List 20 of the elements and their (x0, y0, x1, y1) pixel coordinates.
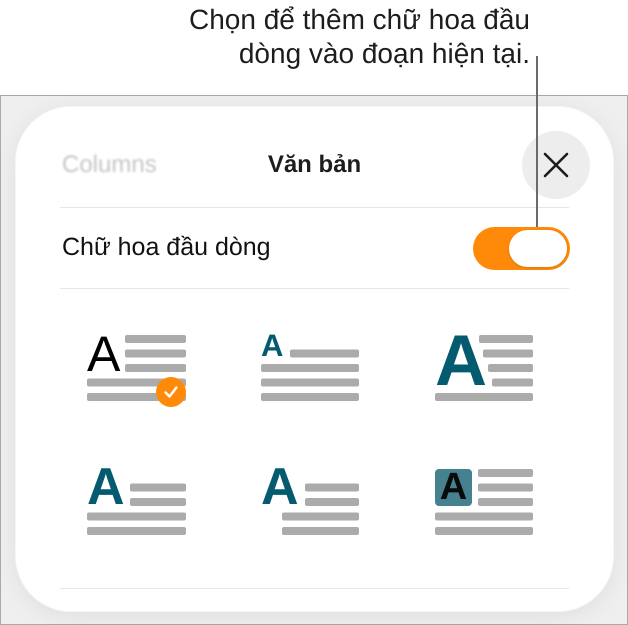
toggle-switch[interactable] (473, 226, 570, 270)
drop-cap-style-option[interactable]: A (435, 335, 535, 409)
drop-cap-style-option[interactable]: A (87, 469, 187, 543)
drop-cap-letter: A (87, 336, 120, 372)
drop-cap-style-option[interactable]: A (87, 335, 187, 409)
drop-cap-letter: A (261, 335, 284, 357)
drop-cap-style-option[interactable]: A (261, 469, 361, 543)
callout-text: Chọn để thêm chữ hoa đầu dòng vào đoạn hiện tại. (189, 3, 530, 71)
drop-cap-label: Chữ hoa đầu dòng (61, 232, 271, 264)
drop-cap-letter: A (435, 335, 487, 387)
paragraph-lines-icon (435, 335, 533, 401)
drop-cap-letter: A (87, 469, 125, 506)
boxed-drop-cap-letter: A (435, 469, 472, 506)
drop-cap-style-option[interactable]: A (435, 469, 535, 543)
paragraph-lines-icon (435, 469, 533, 535)
close-icon (543, 152, 569, 178)
drop-cap-style-option[interactable]: A (261, 335, 361, 409)
drop-cap-letter: A (261, 469, 299, 506)
panel-title: Văn bản (268, 150, 362, 180)
checkmark-icon (156, 377, 186, 407)
